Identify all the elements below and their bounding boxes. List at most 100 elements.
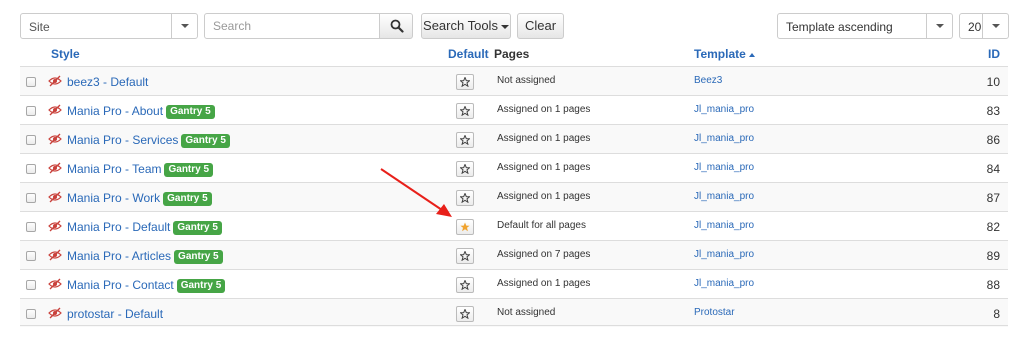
template-link[interactable]: Jl_mania_pro (694, 278, 754, 289)
set-default-button[interactable] (456, 103, 474, 119)
pages-assignment: Assigned on 1 pages (497, 104, 591, 115)
row-checkbox[interactable] (26, 251, 36, 261)
style-name: Mania Pro - Team (67, 162, 162, 176)
style-link[interactable]: beez3 - Default (67, 75, 148, 89)
style-link[interactable]: Mania Pro - Work Gantry 5 (67, 191, 212, 206)
style-name: protostar - Default (67, 307, 164, 321)
star-icon (460, 193, 470, 203)
caret-down-icon (500, 24, 509, 29)
style-link[interactable]: Mania Pro - Services Gantry 5 (67, 133, 230, 148)
eye-slash-icon (48, 191, 62, 203)
set-default-button[interactable] (456, 219, 474, 235)
search-button[interactable] (379, 13, 413, 39)
clear-button[interactable]: Clear (517, 13, 564, 39)
set-default-button[interactable] (456, 277, 474, 293)
caret-down-icon (936, 24, 944, 28)
pages-assignment: Not assigned (497, 75, 556, 86)
style-link[interactable]: protostar - Default (67, 307, 163, 321)
template-link[interactable]: Jl_mania_pro (694, 220, 754, 231)
table-row: protostar - Default Not assigned Protostar… (20, 298, 1008, 327)
limit-select-toggle[interactable] (982, 14, 1008, 38)
star-icon (460, 222, 470, 232)
gantry-badge: Gantry 5 (164, 163, 214, 177)
style-link[interactable]: Mania Pro - Contact Gantry 5 (67, 278, 226, 293)
client-select-toggle[interactable] (171, 14, 197, 38)
column-header-id[interactable]: ID (988, 47, 1000, 61)
template-link[interactable]: Jl_mania_pro (694, 133, 754, 144)
row-id: 88 (986, 278, 1000, 292)
eye-slash-icon (48, 220, 62, 232)
style-link[interactable]: Mania Pro - Default Gantry 5 (67, 220, 222, 235)
star-icon (460, 251, 470, 261)
eye-slash-icon (48, 75, 62, 87)
client-select-value: Site (29, 20, 50, 34)
sort-select-value: Template ascending (786, 20, 893, 34)
gantry-badge: Gantry 5 (174, 250, 223, 264)
limit-select-value: 20 (968, 20, 982, 34)
star-icon (460, 164, 470, 174)
sort-select[interactable]: Template ascending (777, 13, 953, 39)
star-icon (460, 77, 470, 87)
set-default-button[interactable] (456, 248, 474, 264)
column-header-style[interactable]: Style (51, 47, 80, 61)
style-name: Mania Pro - Articles (67, 249, 172, 263)
template-link[interactable]: Jl_mania_pro (694, 249, 754, 260)
star-icon (460, 135, 470, 145)
set-default-button[interactable] (456, 190, 474, 206)
search-tools-button[interactable]: Search Tools (421, 13, 511, 39)
style-name: Mania Pro - Contact (67, 278, 174, 292)
column-header-template[interactable]: Template (694, 47, 755, 61)
row-id: 87 (986, 191, 1000, 205)
row-checkbox[interactable] (26, 77, 36, 87)
template-link[interactable]: Beez3 (694, 75, 722, 86)
template-link[interactable]: Jl_mania_pro (694, 104, 754, 115)
eye-slash-icon (48, 104, 62, 116)
table-row: beez3 - Default Not assigned Beez3 10 (20, 66, 1008, 95)
client-select[interactable]: Site (20, 13, 198, 39)
set-default-button[interactable] (456, 74, 474, 90)
set-default-button[interactable] (456, 161, 474, 177)
row-checkbox[interactable] (26, 106, 36, 116)
row-checkbox[interactable] (26, 280, 36, 290)
template-link[interactable]: Jl_mania_pro (694, 162, 754, 173)
style-link[interactable]: Mania Pro - About Gantry 5 (67, 104, 215, 119)
table-row: Mania Pro - Services Gantry 5 Assigned on … (20, 124, 1008, 153)
search-input[interactable] (204, 13, 380, 39)
row-checkbox[interactable] (26, 309, 36, 319)
column-header-default[interactable]: Default (448, 47, 489, 61)
search-icon (390, 19, 404, 33)
row-id: 10 (986, 75, 1000, 89)
caret-down-icon (992, 24, 1000, 28)
pages-assignment: Assigned on 1 pages (497, 162, 591, 173)
style-name: Mania Pro - Services (67, 133, 179, 147)
row-id: 84 (986, 162, 1000, 176)
row-checkbox[interactable] (26, 135, 36, 145)
row-checkbox[interactable] (26, 164, 36, 174)
row-checkbox[interactable] (26, 193, 36, 203)
style-name: Mania Pro - Work (67, 191, 161, 205)
template-link[interactable]: Jl_mania_pro (694, 191, 754, 202)
pages-assignment: Not assigned (497, 307, 556, 318)
table-row: Mania Pro - Articles Gantry 5 Assigned on … (20, 240, 1008, 269)
row-id: 86 (986, 133, 1000, 147)
row-id: 8 (993, 307, 1000, 321)
eye-slash-icon (48, 133, 62, 145)
sort-select-toggle[interactable] (926, 14, 952, 38)
sort-ascending-icon (748, 52, 755, 57)
row-checkbox[interactable] (26, 222, 36, 232)
column-header-pages: Pages (494, 47, 530, 61)
limit-select[interactable]: 20 (959, 13, 1009, 39)
set-default-button[interactable] (456, 306, 474, 322)
pages-assignment: Assigned on 7 pages (497, 249, 591, 260)
search-tools-label: Search Tools (423, 18, 498, 33)
eye-slash-icon (48, 307, 62, 319)
gantry-badge: Gantry 5 (166, 105, 215, 119)
style-link[interactable]: Mania Pro - Articles Gantry 5 (67, 249, 223, 264)
template-link[interactable]: Protostar (694, 307, 735, 318)
table-row: Mania Pro - Contact Gantry 5 Assigned on 1… (20, 269, 1008, 298)
style-link[interactable]: Mania Pro - Team Gantry 5 (67, 162, 214, 177)
red-arrow-annotation (380, 168, 452, 217)
row-id: 82 (986, 220, 1000, 234)
table-bottom-border (20, 325, 1008, 326)
set-default-button[interactable] (456, 132, 474, 148)
